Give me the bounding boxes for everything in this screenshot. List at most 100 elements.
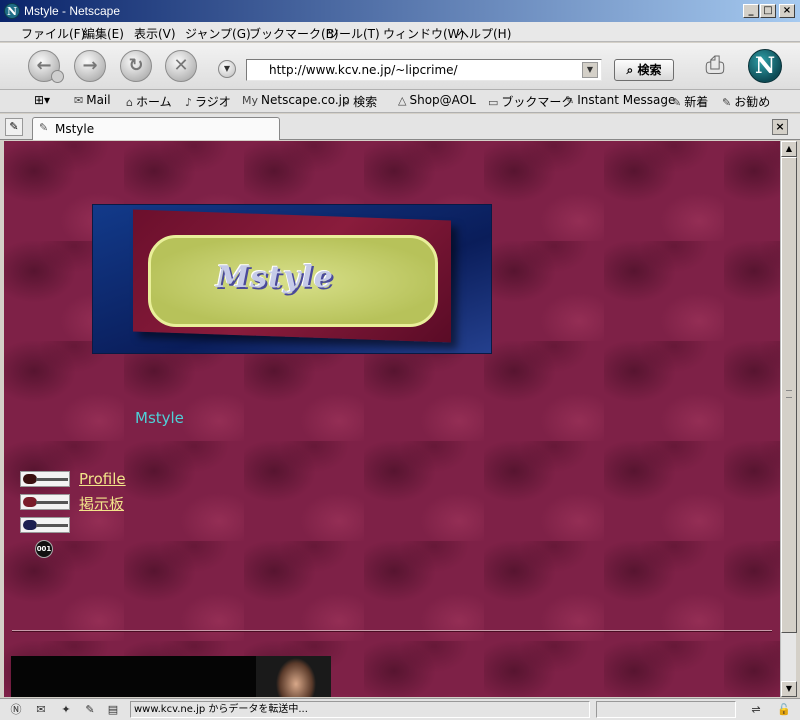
menu-go[interactable]: ジャンプ(G) [185, 25, 251, 42]
status-text: www.kcv.ne.jp からデータを転送中... [130, 701, 590, 718]
menu-edit[interactable]: 編集(E) [83, 25, 124, 42]
reload-icon: ↻ [128, 55, 144, 76]
scroll-up-arrow-icon[interactable]: ▲ [781, 141, 797, 157]
site-name: Mstyle [135, 409, 184, 427]
url-bar[interactable]: ▼ [246, 59, 602, 81]
scroll-down-arrow-icon[interactable]: ▼ [781, 681, 797, 697]
nav-link-profile[interactable]: Profile [20, 470, 170, 488]
toolbar-item-label: ブックマーク [501, 95, 574, 109]
search-icon: ⌕ [344, 96, 351, 109]
reload-button[interactable]: ↻ [120, 50, 152, 82]
toolbar-item-mail[interactable]: ✉ Mail [74, 93, 111, 107]
menu-tools[interactable]: ツール(T) [327, 25, 380, 42]
back-button[interactable]: ← [28, 50, 64, 83]
title-bar: N Mstyle - Netscape _ □ × [0, 0, 800, 22]
new-tab-icon[interactable]: ✎ [5, 118, 23, 136]
aol-icon: △ [398, 94, 407, 107]
bottom-photo-banner [11, 656, 331, 697]
guitar-icon [20, 517, 70, 533]
window-title: Mstyle - Netscape [24, 4, 121, 18]
bookmark-icon: ✎ [672, 96, 682, 109]
banner-plaque: Mstyle [148, 235, 438, 327]
url-input[interactable] [269, 62, 579, 78]
navigation-toolbar: ← → ↻ ✕ ▼ ▼ ⌕ 検索 ⎙ N [0, 43, 800, 90]
forward-arrow-icon: → [82, 55, 98, 76]
status-bar: Ⓝ ✉ ✦ ✎ ▤ www.kcv.ne.jp からデータを転送中... ⇌ 🔓 [0, 698, 800, 720]
page-content: Mstyle Mstyle Profile 掲示板 001 [4, 141, 780, 697]
toolbar-item-netscape[interactable]: My Netscape.co.jp [242, 93, 350, 107]
stop-button[interactable]: ✕ [165, 50, 197, 82]
netscape-status-icon[interactable]: Ⓝ [8, 702, 24, 718]
tab-label: Mstyle [55, 122, 95, 136]
nav-link-bbs[interactable]: 掲示板 [20, 493, 170, 514]
toolbar-item-shop-aol[interactable]: △ Shop@AOL [398, 93, 476, 107]
toolbar-item-label: 新着 [684, 95, 709, 109]
connection-icon: ⇌ [751, 703, 761, 716]
counter-icon: 001 [35, 540, 53, 558]
close-tab-button[interactable]: × [772, 119, 788, 135]
mail-status-icon[interactable]: ✉ [33, 702, 49, 718]
search-button-label: 検索 [637, 63, 662, 77]
tab-mstyle[interactable]: ✎ Mstyle [32, 117, 280, 140]
menu-bar: ファイル(F) 編集(E) 表示(V) ジャンプ(G) ブックマーク(B) ツー… [0, 22, 800, 42]
security-lock-icon[interactable]: 🔓 [776, 702, 792, 718]
menu-help[interactable]: ヘルプ(H) [457, 25, 511, 42]
toolbar-item-new[interactable]: ✎ 新着 [672, 93, 708, 110]
stop-icon: ✕ [173, 55, 189, 76]
tab-bar: ✎ ✎ Mstyle × [0, 114, 800, 140]
toolbar-item-radio[interactable]: ♪ ラジオ [185, 93, 231, 110]
bookmark-icon: ✎ [565, 94, 575, 107]
forward-button[interactable]: → [74, 50, 106, 82]
menu-file[interactable]: ファイル(F) [21, 25, 85, 42]
url-history-dropdown[interactable]: ▼ [582, 62, 598, 78]
toolbar-menu-icon[interactable]: ⊞▾ [34, 93, 50, 107]
toolbar-item-search[interactable]: ⌕ 検索 [344, 93, 377, 110]
toolbar-item-recommend[interactable]: ✎ お勧め [722, 93, 770, 110]
minimize-button[interactable]: _ [743, 4, 759, 18]
toolbar-item-label: お勧め [734, 95, 771, 109]
toolbar-item-bookmarks[interactable]: ▭ ブックマーク [488, 93, 573, 110]
personal-toolbar: ⊞▾ ✉ Mail ⌂ ホーム ♪ ラジオ My Netscape.co.jp ⌕ 検索 … [0, 90, 800, 113]
maximize-button[interactable]: □ [760, 4, 776, 18]
composer-status-icon[interactable]: ✎ [82, 702, 98, 718]
link-profile[interactable]: Profile [79, 470, 126, 488]
toolbar-item-home[interactable]: ⌂ ホーム [126, 93, 172, 110]
link-bbs[interactable]: 掲示板 [79, 493, 124, 514]
radio-icon: ♪ [185, 96, 193, 109]
nav-link-blank[interactable] [20, 516, 80, 534]
url-dropdown-icon[interactable]: ▼ [218, 60, 236, 78]
print-icon[interactable]: ⎙ [700, 51, 730, 79]
menu-window[interactable]: ウィンドウ(W) [383, 25, 464, 42]
toolbar-item-label: ホーム [135, 95, 172, 109]
portrait-photo [256, 656, 331, 697]
horizontal-rule [12, 630, 772, 632]
scroll-thumb[interactable] [781, 157, 797, 633]
toolbar-item-label: Mail [86, 93, 111, 107]
home-icon: ⌂ [126, 96, 133, 109]
progress-bar [596, 701, 736, 718]
page-icon: ✎ [39, 121, 49, 134]
guitar-icon [20, 471, 70, 487]
search-button[interactable]: ⌕ 検索 [614, 59, 674, 81]
toolbar-item-label: Netscape.co.jp [261, 93, 350, 107]
netscape-logo[interactable]: N [748, 49, 782, 83]
vertical-scrollbar[interactable]: ▲ ▼ [780, 141, 797, 697]
banner-logo-text: Mstyle [216, 260, 334, 295]
grip-icon [786, 390, 792, 398]
address-book-status-icon[interactable]: ▤ [105, 702, 121, 718]
back-arrow-icon: ← [36, 55, 52, 76]
aim-status-icon[interactable]: ✦ [58, 702, 74, 718]
close-button[interactable]: × [779, 4, 795, 18]
banner-image: Mstyle [92, 204, 492, 354]
netscape-icon: N [4, 3, 20, 19]
my-netscape-icon: My [242, 94, 259, 107]
bookmark-icon: ✎ [722, 96, 732, 109]
toolbar-item-instant-message[interactable]: ✎ Instant Message [565, 93, 675, 107]
toolbar-item-label: Instant Message [577, 93, 676, 107]
search-icon: ⌕ [626, 63, 634, 77]
toolbar-item-label: ラジオ [195, 95, 231, 109]
menu-view[interactable]: 表示(V) [134, 25, 176, 42]
menu-bookmarks[interactable]: ブックマーク(B) [249, 25, 339, 42]
toolbar-item-label: Shop@AOL [409, 93, 476, 107]
guitar-icon [20, 494, 70, 510]
